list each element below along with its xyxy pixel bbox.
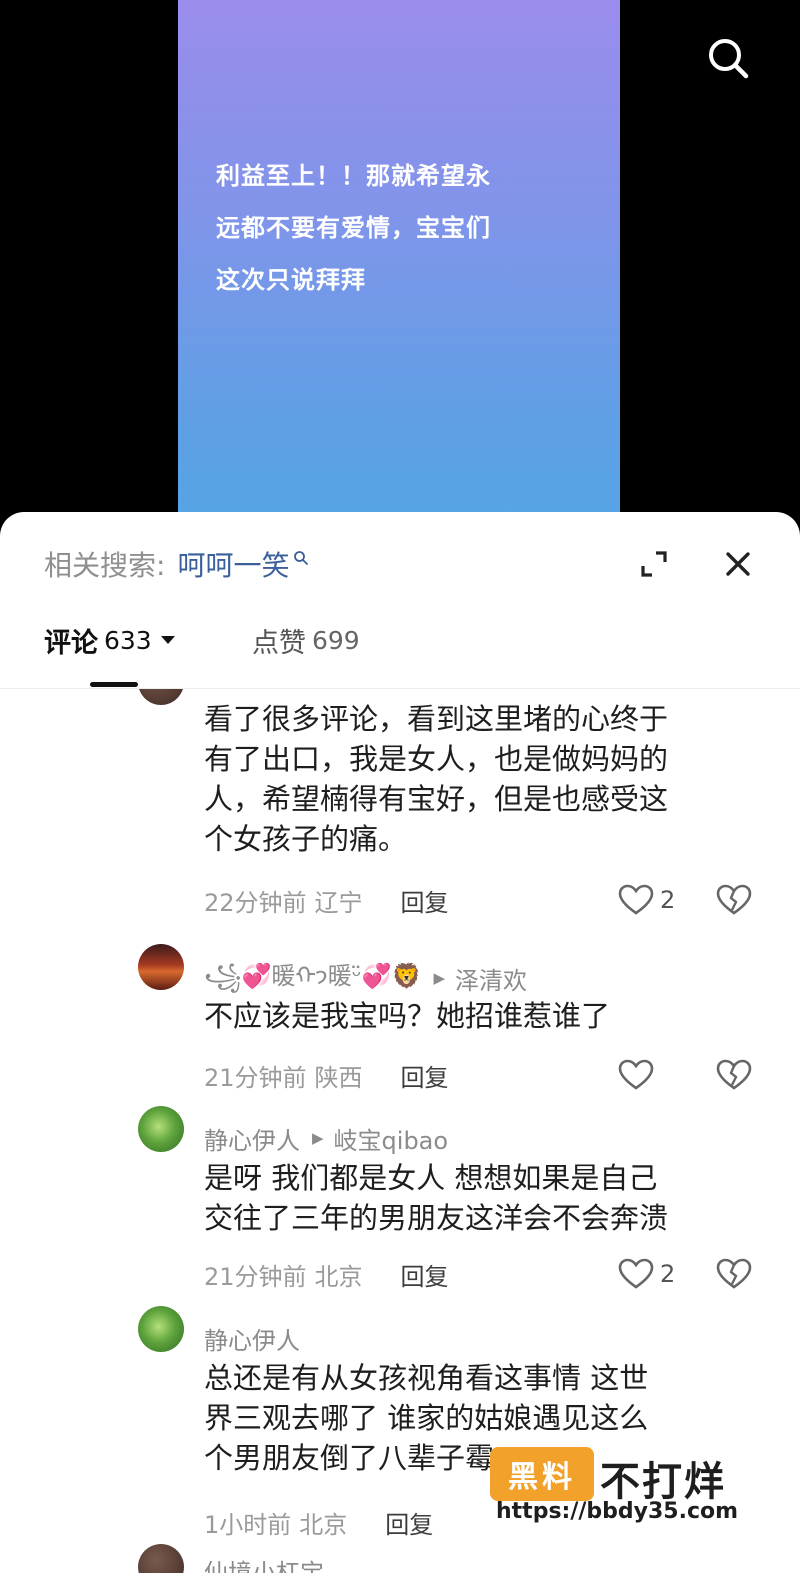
comment-time: 22分钟前 [204, 888, 307, 917]
video-caption: 利益至上！！那就希望永 远都不要有爱情，宝宝们 这次只说拜拜 [216, 150, 546, 306]
reply-button[interactable]: 回复 [401, 1058, 449, 1093]
comment-line: 交往了三年的男朋友这洋会不会奔溃 [204, 1201, 669, 1235]
tab-comments[interactable]: 评论 633 [44, 620, 176, 660]
avatar[interactable] [138, 689, 184, 705]
tab-comments-label: 评论 [44, 627, 98, 659]
like-button[interactable]: 2 [618, 882, 675, 918]
comment-header: ꧁💞暖ᡣ𐭩暖ᵕ̈💞🦁 ▶ 泽清欢 [204, 960, 527, 996]
watermark-badge: 黑料 [490, 1447, 594, 1501]
heart-icon [618, 1258, 654, 1289]
related-search-label: 相关搜索: [44, 549, 166, 582]
watermark-url: https://bbdy35.com [496, 1499, 739, 1524]
active-tab-indicator [90, 682, 138, 687]
comment-location: 辽宁 [314, 888, 363, 917]
comment-text: 看了很多评论，看到这里堵的心终于 有了出口，我是女人，也是做妈妈的 人，希望楠得… [204, 699, 764, 859]
avatar[interactable] [138, 1106, 184, 1152]
comment-line: 界三观去哪了 谁家的姑娘遇见这么 [204, 1401, 649, 1435]
video-player[interactable]: 利益至上！！那就希望永 远都不要有爱情，宝宝们 这次只说拜拜 [0, 0, 800, 560]
comment-header: 仙境小杠宝 [204, 1552, 324, 1573]
watermark: 黑料 不打烊 https://bbdy35.com [490, 1447, 780, 1531]
comment-line: 有了出口，我是女人，也是做妈妈的 [204, 742, 669, 776]
like-count: 2 [660, 1260, 676, 1288]
expand-icon [641, 551, 667, 577]
reply-to-username[interactable]: 岐宝qibao [334, 1121, 449, 1156]
caption-line: 利益至上！！那就希望永 [216, 162, 491, 190]
avatar[interactable] [138, 1544, 184, 1573]
comment-list[interactable]: 看了很多评论，看到这里堵的心终于 有了出口，我是女人，也是做妈妈的 人，希望楠得… [0, 689, 800, 1573]
reply-to-username[interactable]: 泽清欢 [455, 961, 527, 996]
avatar[interactable] [138, 1306, 184, 1352]
expand-button[interactable] [634, 544, 674, 584]
comment-line: 人，希望楠得有宝好，但是也感受这 [204, 782, 669, 816]
avatar[interactable] [138, 944, 184, 990]
comment-meta: 21分钟前 陕西 回复 [204, 1057, 449, 1093]
dislike-button[interactable] [716, 1256, 752, 1292]
like-count: 2 [660, 886, 676, 914]
tab-likes-label: 点赞 [252, 627, 306, 659]
comment-line: 不应该是我宝吗？她招谁惹谁了 [204, 999, 611, 1033]
reply-button[interactable]: 回复 [385, 1505, 433, 1540]
comment-line: 个女孩子的痛。 [204, 822, 408, 856]
chevron-down-icon[interactable] [160, 634, 176, 646]
comment-meta: 21分钟前 北京 回复 [204, 1256, 449, 1292]
comment-location: 北京 [314, 1262, 363, 1291]
comment-header: 静心伊人 [204, 1320, 300, 1356]
close-button[interactable] [718, 544, 758, 584]
comments-sheet: 相关搜索: 呵呵一笑 评论 633 点赞 699 看了很多评论，看到这里堵的心终… [0, 512, 800, 1573]
comment-line: 总还是有从女孩视角看这事情 这世 [204, 1361, 649, 1395]
reply-arrow-icon: ▶ [433, 969, 446, 987]
comment-time: 21分钟前 [204, 1262, 307, 1291]
caption-line: 这次只说拜拜 [216, 266, 366, 294]
comment-line: 看了很多评论，看到这里堵的心终于 [204, 702, 669, 736]
reply-button[interactable]: 回复 [401, 1257, 449, 1292]
related-search-term[interactable]: 呵呵一笑 [177, 544, 289, 584]
tab-comments-count: 633 [104, 625, 152, 655]
broken-heart-icon [716, 884, 752, 915]
broken-heart-icon [716, 1258, 752, 1289]
username[interactable]: 静心伊人 [204, 1321, 300, 1356]
close-icon [726, 552, 750, 576]
reply-arrow-icon: ▶ [312, 1129, 324, 1147]
broken-heart-icon [716, 1059, 752, 1090]
dislike-button[interactable] [716, 1057, 752, 1093]
dislike-button[interactable] [716, 882, 752, 918]
heart-icon [618, 884, 654, 915]
comment-line: 是呀 我们都是女人 想想如果是自己 [204, 1161, 658, 1195]
like-button[interactable]: 2 [618, 1256, 675, 1292]
tab-likes-count: 699 [312, 625, 360, 655]
comment-header: 静心伊人 ▶ 岐宝qibao [204, 1120, 448, 1156]
search-icon [294, 551, 309, 565]
username[interactable]: 仙境小杠宝 [204, 1553, 324, 1573]
comment-text: 是呀 我们都是女人 想想如果是自己 交往了三年的男朋友这洋会不会奔溃 [204, 1158, 764, 1238]
comment-text: 不应该是我宝吗？她招谁惹谁了 [204, 996, 764, 1036]
comment-meta: 1小时前 北京 回复 [204, 1504, 433, 1540]
heart-icon [618, 1059, 654, 1090]
search-button[interactable] [700, 30, 756, 86]
reply-button[interactable]: 回复 [401, 883, 449, 918]
comment-meta: 22分钟前 辽宁 回复 [204, 882, 449, 918]
search-icon [709, 39, 749, 79]
tab-likes[interactable]: 点赞 699 [252, 620, 360, 660]
comment-location: 陕西 [314, 1063, 363, 1092]
comment-time: 1小时前 [204, 1510, 292, 1539]
caption-line: 远都不要有爱情，宝宝们 [216, 214, 491, 242]
comment-location: 北京 [299, 1510, 348, 1539]
username[interactable]: 静心伊人 [204, 1121, 300, 1156]
like-button[interactable] [618, 1057, 660, 1093]
comment-time: 21分钟前 [204, 1063, 307, 1092]
related-search[interactable]: 相关搜索: 呵呵一笑 [44, 542, 309, 586]
